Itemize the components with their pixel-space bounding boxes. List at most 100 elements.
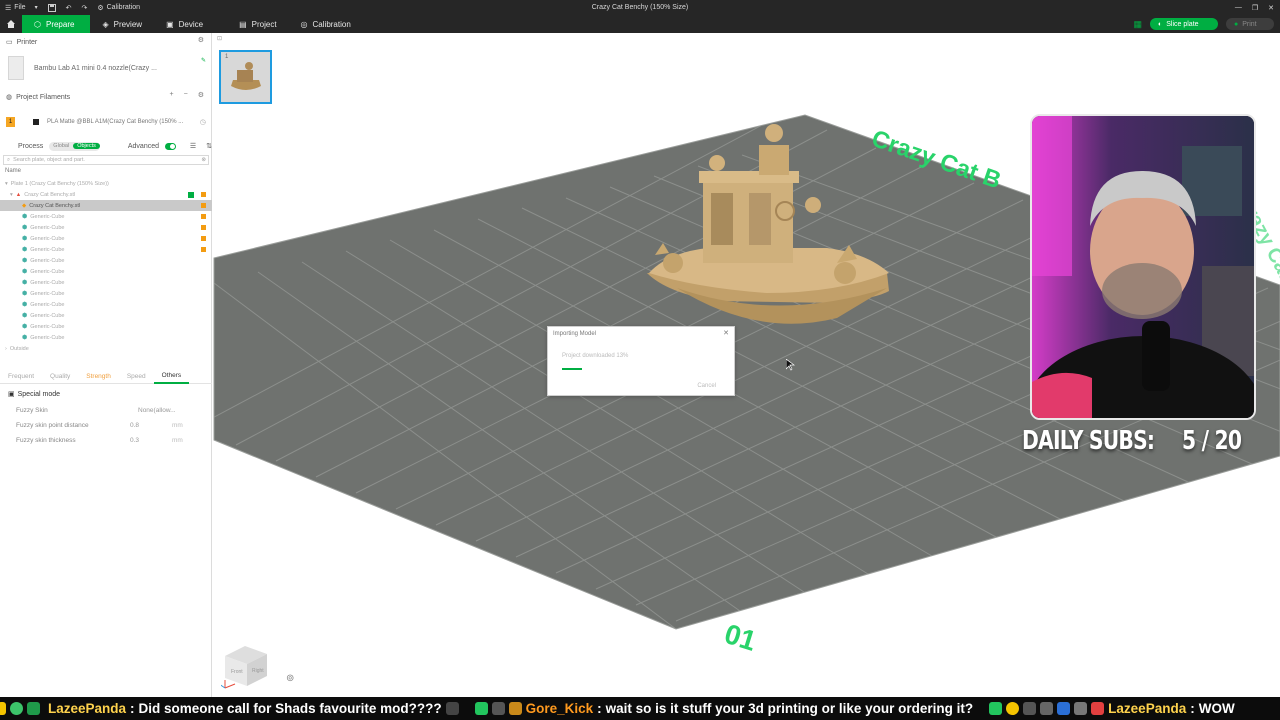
printer-settings-icon[interactable]: ⚙ bbox=[198, 36, 204, 44]
tree-part-label: Generic-Cube bbox=[30, 235, 65, 242]
emote-icon bbox=[1074, 702, 1088, 715]
param-label: Fuzzy Skin bbox=[16, 407, 48, 414]
process-header-label: Process bbox=[18, 142, 44, 150]
redo-button[interactable]: ↷ bbox=[76, 0, 92, 15]
file-menu[interactable]: ☰ File ▾ bbox=[0, 0, 43, 15]
tree-plate-row[interactable]: ▾ Plate 1 (Crazy Cat Benchy (150% Size)) bbox=[0, 178, 212, 189]
tab-prepare[interactable]: ⬡ Prepare bbox=[22, 15, 91, 33]
clear-search-icon[interactable]: ⊗ bbox=[201, 157, 206, 163]
tab-project[interactable]: ▤ Project bbox=[215, 15, 288, 33]
import-progress-dialog: Importing Model ✕ Project downloaded 13%… bbox=[547, 326, 735, 396]
tree-part-label: Generic-Cube bbox=[30, 224, 65, 231]
print-button[interactable]: ● Print bbox=[1226, 18, 1274, 30]
remove-filament-icon[interactable]: − bbox=[184, 91, 188, 99]
plate-options-icon[interactable]: ⊡ bbox=[217, 35, 222, 42]
cancel-button[interactable]: Cancel bbox=[697, 383, 716, 389]
tree-part-row[interactable]: ⬢ Generic-Cube bbox=[0, 310, 212, 321]
emote-icon bbox=[445, 702, 459, 715]
daily-subs-count: 5 / 20 bbox=[1182, 426, 1242, 456]
search-input[interactable]: Search plate, object and part. bbox=[13, 157, 85, 163]
tree-part-row[interactable]: ⬢ Generic-Cube bbox=[0, 222, 212, 233]
undo-button[interactable]: ↶ bbox=[61, 0, 77, 15]
cube-icon: ⬢ bbox=[22, 324, 28, 330]
plate-thumbnail-image bbox=[231, 62, 261, 90]
dialog-title: Importing Model bbox=[553, 331, 597, 337]
collapse-icon[interactable]: › bbox=[5, 346, 7, 352]
cube-icon: ⬢ bbox=[22, 236, 28, 242]
tree-part-row[interactable]: ⬢ Generic-Cube bbox=[0, 266, 212, 277]
lock-icon bbox=[201, 203, 206, 208]
tree-object-row[interactable]: ▾ ▲ Crazy Cat Benchy.stl bbox=[0, 189, 212, 200]
navigation-cube[interactable]: Front Right bbox=[221, 640, 271, 692]
save-button[interactable] bbox=[43, 0, 61, 15]
chat-text: wait so is it stuff your 3d printing or … bbox=[605, 701, 974, 716]
object-search[interactable]: ⌕ Search plate, object and part. ⊗ bbox=[3, 155, 209, 165]
tree-part-row[interactable]: ⬢ Generic-Cube bbox=[0, 233, 212, 244]
emote-icon bbox=[491, 702, 505, 715]
list-view-icon[interactable]: ☰ bbox=[190, 142, 196, 150]
cube-icon: ⬢ bbox=[22, 247, 28, 253]
tab-frequent[interactable]: Frequent bbox=[0, 373, 42, 380]
add-filament-icon[interactable]: + bbox=[170, 91, 174, 99]
printer-selector[interactable]: Bambu Lab A1 mini 0.4 nozzle(Crazy ... ✎ bbox=[8, 55, 208, 81]
object-tree: ▾ Plate 1 (Crazy Cat Benchy (150% Size))… bbox=[0, 178, 212, 354]
collapse-icon[interactable]: ▾ bbox=[10, 192, 13, 198]
tab-preview[interactable]: ◈ Preview bbox=[90, 15, 154, 33]
plate-layout-icon[interactable]: ▦ bbox=[1133, 19, 1142, 30]
view-reset-icon[interactable]: ⊚ bbox=[286, 673, 294, 684]
collapse-icon[interactable]: ▾ bbox=[5, 181, 8, 187]
process-mode-toggle[interactable]: Global Objects bbox=[49, 141, 100, 151]
tab-device[interactable]: ▣ Device bbox=[154, 15, 215, 33]
minimize-icon[interactable]: — bbox=[1235, 4, 1242, 11]
printable-check-icon[interactable] bbox=[188, 191, 194, 198]
tree-part-row[interactable]: ⬢ Generic-Cube bbox=[0, 255, 212, 266]
filament-item[interactable]: 1 PLA Matte @BBL A1M(Crazy Cat Benchy (1… bbox=[6, 116, 210, 128]
maximize-icon[interactable]: ❐ bbox=[1252, 4, 1258, 12]
chat-text: Did someone call for Shads favourite mod… bbox=[138, 701, 442, 716]
tab-calibration-label: Calibration bbox=[312, 19, 351, 29]
filament-color-swatch bbox=[33, 119, 39, 125]
lock-icon bbox=[201, 214, 206, 219]
tree-part-label: Crazy Cat Benchy.stl bbox=[29, 202, 81, 209]
tree-part-row[interactable]: ⬢ Generic-Cube bbox=[0, 299, 212, 310]
tree-outside-row[interactable]: › Outside bbox=[0, 343, 212, 354]
tab-strength[interactable]: Strength bbox=[78, 373, 119, 380]
close-icon[interactable]: ✕ bbox=[1268, 4, 1274, 12]
undo-icon: ↶ bbox=[65, 4, 72, 12]
mode-global[interactable]: Global bbox=[49, 143, 73, 149]
param-fuzzy-point-distance[interactable]: Fuzzy skin point distance 0.8 mm bbox=[16, 422, 206, 432]
tree-part-row[interactable]: ⬢ Generic-Cube bbox=[0, 244, 212, 255]
tab-calibration[interactable]: ◎ Calibration bbox=[289, 15, 363, 33]
compare-icon[interactable]: ⇅ bbox=[206, 142, 212, 150]
tree-part-row[interactable]: ⬢ Generic-Cube bbox=[0, 332, 212, 343]
edit-printer-icon[interactable]: ✎ bbox=[201, 57, 206, 64]
cube-icon: ⬢ bbox=[22, 302, 28, 308]
edit-filament-icon[interactable]: ◷ bbox=[200, 118, 206, 126]
emote-icon bbox=[1091, 702, 1105, 715]
tree-part-row[interactable]: ⬢ Generic-Cube bbox=[0, 277, 212, 288]
param-fuzzy-thickness[interactable]: Fuzzy skin thickness 0.3 mm bbox=[16, 437, 206, 447]
tab-others[interactable]: Others bbox=[153, 370, 190, 384]
mode-objects[interactable]: Objects bbox=[73, 143, 100, 149]
tree-part-row[interactable]: ⬢ Generic-Cube bbox=[0, 288, 212, 299]
close-icon[interactable]: ✕ bbox=[723, 329, 729, 337]
tree-part-row[interactable]: ⬢ Generic-Cube bbox=[0, 211, 212, 222]
tab-quality[interactable]: Quality bbox=[42, 373, 78, 380]
filament-settings-icon[interactable]: ⚙ bbox=[198, 91, 204, 99]
slice-plate-button[interactable]: ◐ Slice plate bbox=[1150, 18, 1218, 30]
tree-part-row[interactable]: ⬢ Generic-Cube bbox=[0, 321, 212, 332]
calibration-menu[interactable]: ⚙ Calibration bbox=[92, 0, 145, 15]
tab-speed[interactable]: Speed bbox=[119, 373, 154, 380]
cube-icon: ⬢ bbox=[22, 291, 28, 297]
calibration-menu-label: Calibration bbox=[106, 4, 141, 11]
tree-part-label: Generic-Cube bbox=[30, 301, 65, 308]
param-value-select[interactable]: None(allow... bbox=[138, 407, 176, 414]
param-fuzzy-skin[interactable]: Fuzzy Skin None(allow... bbox=[16, 407, 206, 417]
file-menu-label: File bbox=[14, 4, 26, 11]
advanced-toggle[interactable] bbox=[165, 142, 176, 150]
home-button[interactable] bbox=[0, 15, 22, 33]
param-value-input[interactable]: 0.8 bbox=[130, 422, 139, 429]
tree-part-row-selected[interactable]: ◆ Crazy Cat Benchy.stl bbox=[0, 200, 212, 211]
plate-thumbnail[interactable]: 1 bbox=[219, 50, 272, 104]
param-value-input[interactable]: 0.3 bbox=[130, 437, 139, 444]
